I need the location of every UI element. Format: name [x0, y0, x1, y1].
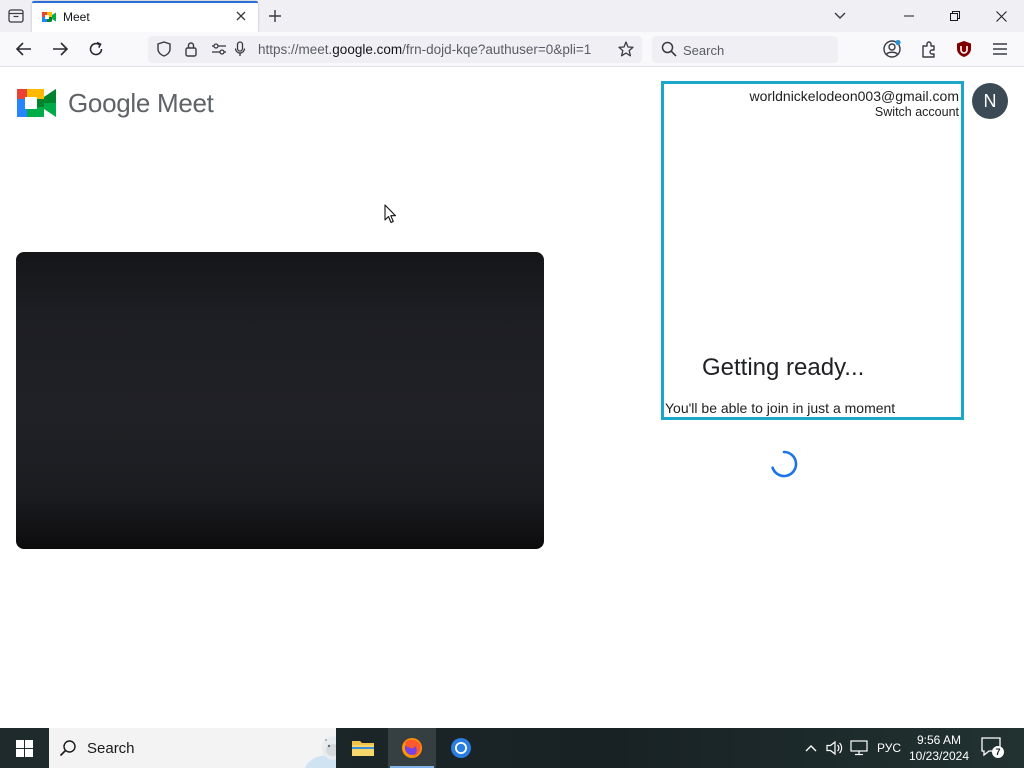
new-tab-button[interactable]	[265, 6, 285, 26]
brand-wordmark: Google Meet	[68, 88, 214, 118]
url-host: google.com	[332, 42, 403, 57]
google-meet-logo-icon	[17, 89, 56, 117]
url-prefix: https://meet.	[258, 42, 333, 57]
firefox-icon	[402, 738, 422, 758]
tab-meet[interactable]: Meet	[32, 1, 258, 32]
restore-icon	[950, 11, 960, 21]
url-path: /frn-dojd-kqe?authuser=0&pli=1	[402, 42, 592, 57]
navigation-bar: https://meet.google.com/frn-dojd-kqe?aut…	[0, 32, 1024, 67]
forward-button[interactable]	[47, 37, 73, 61]
tab-strip: Meet	[0, 0, 1024, 32]
notification-count-badge: 7	[995, 747, 1001, 757]
ublock-extension-button[interactable]	[952, 37, 976, 61]
taskbar-search-placeholder: Search	[87, 740, 135, 757]
web-search-bar[interactable]: Search	[652, 36, 838, 63]
tracking-protection-button[interactable]	[156, 41, 172, 57]
lock-icon	[185, 42, 197, 57]
show-hidden-icons-button[interactable]	[802, 728, 820, 768]
system-clock[interactable]: 9:56 AM 10/23/2024	[906, 732, 972, 764]
firefox-taskbar-button[interactable]	[388, 728, 436, 768]
snow-leopard-highlight-icon	[305, 736, 336, 768]
reload-button[interactable]	[83, 37, 109, 61]
network-icon	[850, 740, 868, 756]
active-tab-indicator	[32, 1, 258, 3]
hamburger-menu-icon	[993, 43, 1007, 55]
search-icon	[59, 740, 76, 757]
shield-icon	[157, 41, 171, 57]
chevron-up-icon	[805, 745, 817, 752]
clock-date: 10/23/2024	[908, 749, 970, 763]
account-email: worldnickelodeon003@gmail.com	[749, 88, 959, 104]
reload-icon	[89, 41, 103, 56]
file-explorer-button[interactable]	[339, 728, 387, 768]
permissions-button[interactable]	[211, 41, 227, 57]
site-info-button[interactable]	[183, 41, 199, 57]
input-language-button[interactable]: РУС	[874, 728, 904, 768]
taskbar: Search РУС 9:56 AM 10/23/2024 7	[0, 728, 1024, 768]
tab-list-icon	[8, 9, 24, 23]
star-icon	[618, 41, 634, 57]
account-icon	[883, 39, 901, 58]
restore-button[interactable]	[932, 0, 978, 32]
permissions-sliders-icon	[212, 43, 226, 55]
mouse-pointer-icon	[384, 204, 397, 224]
extensions-button[interactable]	[917, 37, 941, 61]
microphone-permission-button[interactable]	[232, 41, 248, 57]
video-preview	[16, 252, 544, 549]
folder-icon	[352, 741, 374, 756]
status-title: Getting ready...	[702, 354, 865, 381]
minimize-button[interactable]	[886, 0, 932, 32]
app-menu-button[interactable]	[988, 37, 1012, 61]
taskbar-search-box[interactable]: Search	[49, 728, 336, 768]
speaker-icon	[826, 740, 843, 756]
window-close-button[interactable]	[978, 0, 1024, 32]
list-all-tabs-button[interactable]	[830, 7, 850, 25]
ublock-shield-icon	[957, 41, 971, 57]
arrow-left-icon	[16, 42, 31, 56]
close-icon	[236, 11, 246, 21]
minimize-icon	[904, 15, 914, 17]
status-subtitle: You'll be able to join in just a moment	[665, 400, 896, 416]
network-button[interactable]	[848, 728, 870, 768]
search-icon	[661, 41, 677, 57]
microphone-icon	[234, 41, 246, 56]
windows-logo-icon	[15, 739, 33, 757]
loading-spinner-icon	[771, 450, 798, 478]
action-center-button[interactable]: 7	[980, 736, 1006, 760]
input-language-label: РУС	[876, 741, 902, 755]
bookmark-button[interactable]	[618, 41, 634, 57]
url-text[interactable]: https://meet.google.com/frn-dojd-kqe?aut…	[258, 42, 613, 57]
volume-button[interactable]	[824, 728, 846, 768]
chrome-icon	[451, 738, 471, 758]
puzzle-piece-icon	[922, 41, 935, 58]
meet-page: Google Meet worldnickelodeon003@gmail.co…	[0, 68, 1024, 728]
screen: Meet https://meet.google.com/frn-dojd-kq…	[0, 0, 1024, 768]
url-bar[interactable]: https://meet.google.com/frn-dojd-kqe?aut…	[148, 36, 642, 63]
chrome-taskbar-button[interactable]	[437, 728, 485, 768]
join-panel: worldnickelodeon003@gmail.com Switch acc…	[661, 81, 964, 420]
back-button[interactable]	[11, 37, 37, 61]
arrow-right-icon	[53, 42, 68, 56]
tab-title: Meet	[63, 10, 90, 24]
avatar[interactable]: N	[972, 83, 1008, 119]
account-button[interactable]	[880, 37, 904, 61]
clock-time: 9:56 AM	[916, 733, 962, 747]
tab-list-button[interactable]	[6, 7, 26, 25]
switch-account-link[interactable]: Switch account	[875, 105, 959, 119]
chevron-down-icon	[834, 12, 846, 19]
close-icon	[995, 10, 1007, 22]
start-button[interactable]	[0, 728, 48, 768]
plus-icon	[269, 10, 281, 22]
search-placeholder: Search	[683, 43, 725, 58]
notification-icon	[981, 737, 1004, 758]
meet-favicon-icon	[42, 12, 56, 22]
tab-close-button[interactable]	[233, 8, 249, 24]
